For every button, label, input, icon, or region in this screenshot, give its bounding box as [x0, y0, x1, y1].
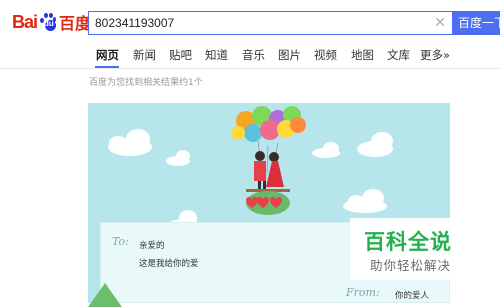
watermark-subtitle: 助你轻松解决 [370, 258, 452, 273]
to-label: To: [112, 235, 129, 248]
cloud-icon [108, 129, 152, 156]
logo-du-text: du [44, 19, 54, 28]
tab-wenku[interactable]: 文库 [387, 47, 410, 63]
tab-images[interactable]: 图片 [278, 47, 301, 63]
result-count: 百度为您找到相关结果约1个 [89, 78, 203, 88]
tab-video[interactable]: 视频 [314, 47, 337, 63]
cloud-icon [357, 132, 393, 157]
tab-map[interactable]: 地图 [351, 47, 374, 63]
tabs-divider [0, 68, 500, 69]
from-label: From: [346, 286, 380, 299]
logo-bai-text: Bai [12, 11, 38, 32]
basket-icon [246, 189, 290, 215]
couple-icon [254, 151, 284, 189]
baidu-logo[interactable]: Bai du 百度 [12, 10, 91, 34]
tree-icon [88, 283, 122, 307]
message-line-1: 亲爱的 [139, 241, 165, 251]
search-input[interactable] [95, 15, 425, 31]
cloud-icon [312, 142, 340, 158]
logo-cn-text: 百度 [59, 14, 92, 33]
search-box: ✕ [88, 11, 452, 35]
tab-zhidao[interactable]: 知道 [205, 47, 228, 63]
message-line-2: 这是我给你的爱 [139, 259, 199, 269]
tab-news[interactable]: 新闻 [133, 47, 156, 63]
search-button[interactable]: 百度一下 [452, 11, 500, 35]
from-text: 你的爱人 [395, 291, 430, 301]
tab-more[interactable]: 更多» [420, 47, 450, 63]
tab-music[interactable]: 音乐 [242, 47, 265, 63]
search-tabs: 网页 新闻 贴吧 知道 音乐 图片 视频 地图 文库 更多» [0, 44, 500, 66]
cloud-icon [343, 189, 387, 213]
paw-icon: du [38, 13, 57, 31]
watermark-title: 百科全说 [364, 230, 452, 254]
cloud-icon [166, 150, 190, 166]
balloons-icon [231, 106, 306, 142]
tab-tieba[interactable]: 贴吧 [169, 47, 192, 63]
tab-web[interactable]: 网页 [96, 47, 119, 63]
clear-icon[interactable]: ✕ [434, 15, 446, 31]
top-bar: Bai du 百度 ✕ 百度一下 [0, 0, 500, 44]
